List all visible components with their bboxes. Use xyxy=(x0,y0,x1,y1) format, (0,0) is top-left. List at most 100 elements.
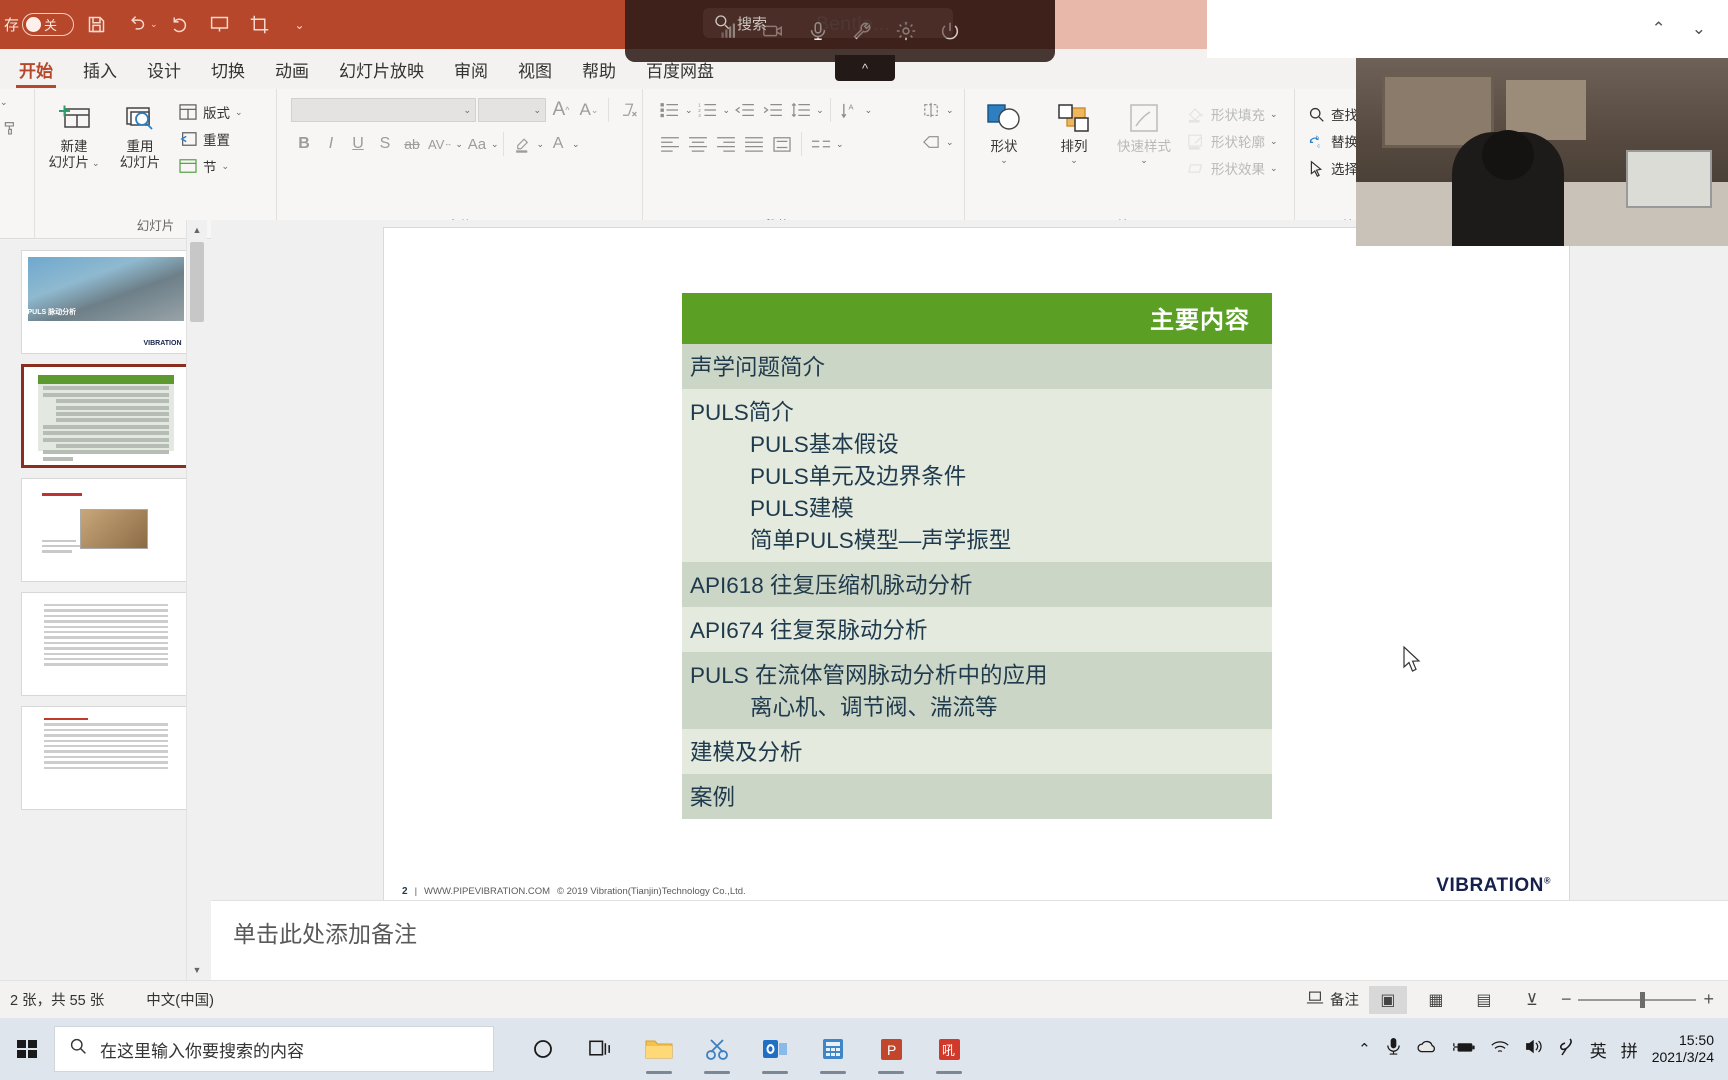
zoom-out-button[interactable]: − xyxy=(1561,989,1572,1010)
minimize-chevron-up-icon[interactable]: ⌃ xyxy=(1652,19,1666,39)
qat-more-chevron-down-icon[interactable]: ⌄ xyxy=(282,8,318,42)
slide-canvas[interactable]: 主要内容 声学问题简介 PULS简介 PULS基本假设 PULS单元及边界条件 … xyxy=(211,220,1728,914)
view-slideshow-button[interactable]: ⊻ xyxy=(1513,986,1551,1014)
font-name-input[interactable]: ⌄ xyxy=(291,98,476,122)
chevron-up-icon[interactable]: ⌃ xyxy=(1358,1040,1371,1058)
justify-icon[interactable] xyxy=(741,131,767,157)
paste-chevron-down-icon[interactable]: ⌄ xyxy=(0,97,8,108)
line-spacing-chevron-down-icon[interactable]: ⌄ xyxy=(816,105,824,116)
bullets-chevron-down-icon[interactable]: ⌄ xyxy=(685,105,693,116)
clear-formatting-icon[interactable] xyxy=(615,97,641,123)
slide-thumbnail-pane[interactable]: PULS 脉动分析 VIBRATION xyxy=(0,240,211,980)
sort-chevron-down-icon[interactable]: ⌄ xyxy=(865,105,873,116)
quick-styles-button[interactable]: 快速样式 ⌄ xyxy=(1113,97,1175,166)
file-explorer-icon[interactable] xyxy=(632,1021,686,1077)
calculator-icon[interactable] xyxy=(806,1021,860,1077)
format-painter-icon[interactable] xyxy=(0,118,20,138)
slide-content-table[interactable]: 主要内容 声学问题简介 PULS简介 PULS基本假设 PULS单元及边界条件 … xyxy=(682,293,1272,819)
shape-outline-chevron-down-icon[interactable]: ⌄ xyxy=(1270,136,1278,147)
reset-button[interactable]: 重置 xyxy=(175,126,246,152)
scroll-up-chevron-up-icon[interactable]: ▲ xyxy=(187,220,207,240)
current-slide[interactable]: 主要内容 声学问题简介 PULS简介 PULS基本假设 PULS单元及边界条件 … xyxy=(384,228,1569,914)
columns-chevron-down-icon[interactable]: ⌄ xyxy=(836,139,844,150)
zoom-in-button[interactable]: + xyxy=(1703,989,1714,1010)
numbering-chevron-down-icon[interactable]: ⌄ xyxy=(723,105,731,116)
view-slide-sorter-button[interactable]: ▦ xyxy=(1417,986,1455,1014)
thumbnail-slide-3[interactable] xyxy=(20,478,191,582)
text-direction-icon[interactable]: ⌄ xyxy=(918,97,957,123)
tab-animations[interactable]: 动画 xyxy=(260,53,324,89)
character-spacing-chevron-down-icon[interactable]: ⌄ xyxy=(455,139,463,150)
outlook-icon[interactable] xyxy=(748,1021,802,1077)
font-name-chevron-down-icon[interactable]: ⌄ xyxy=(463,105,471,116)
shapes-button[interactable]: 形状 ⌄ xyxy=(973,97,1035,166)
align-center-icon[interactable] xyxy=(685,131,711,157)
powerpoint-icon[interactable]: P xyxy=(864,1021,918,1077)
text-highlight-icon[interactable] xyxy=(509,131,535,157)
shapes-chevron-down-icon[interactable]: ⌄ xyxy=(1000,155,1008,166)
undo-chevron-down-icon[interactable]: ⌄ xyxy=(150,19,158,30)
battery-icon[interactable] xyxy=(1452,1039,1476,1060)
thumbnail-slide-1[interactable]: PULS 脉动分析 VIBRATION xyxy=(20,250,191,354)
underline-button[interactable]: U xyxy=(345,131,371,157)
crop-icon[interactable] xyxy=(242,8,278,42)
align-left-icon[interactable] xyxy=(657,131,683,157)
new-slide-button[interactable]: 新建 幻灯片 ⌄ xyxy=(43,97,105,171)
start-slideshow-icon[interactable] xyxy=(202,8,238,42)
autosave-pill[interactable]: 关 xyxy=(22,13,75,36)
columns-icon[interactable] xyxy=(808,131,834,157)
scrollbar-thumb[interactable] xyxy=(190,242,204,322)
zoom-slider[interactable]: − + xyxy=(1561,989,1714,1010)
task-view-icon[interactable] xyxy=(574,1021,628,1077)
shape-effects-button[interactable]: 形状效果 ⌄ xyxy=(1183,155,1281,181)
ime-language-indicator[interactable]: 英 xyxy=(1590,1037,1607,1062)
thumbnail-pane-scrollbar[interactable]: ▲ ▼ xyxy=(186,220,207,980)
shape-fill-chevron-down-icon[interactable]: ⌄ xyxy=(1270,109,1278,120)
scroll-down-chevron-down-icon[interactable]: ▼ xyxy=(187,960,207,980)
increase-indent-icon[interactable] xyxy=(760,97,786,123)
zoom-knob[interactable] xyxy=(1640,991,1646,1008)
arrange-button[interactable]: 排列 ⌄ xyxy=(1043,97,1105,166)
tab-slideshow[interactable]: 幻灯片放映 xyxy=(324,53,439,89)
undo-icon[interactable] xyxy=(118,8,154,42)
highlight-chevron-down-icon[interactable]: ⌄ xyxy=(536,139,544,150)
restore-chevron-down-icon[interactable]: ⌄ xyxy=(1692,19,1706,39)
meeting-app-icon[interactable]: 吼 xyxy=(922,1021,976,1077)
shape-effects-chevron-down-icon[interactable]: ⌄ xyxy=(1270,163,1278,174)
notes-pane[interactable]: 单击此处添加备注 xyxy=(211,900,1728,980)
notes-toggle-button[interactable]: 备注 xyxy=(1306,989,1359,1010)
layout-button[interactable]: 版式 ⌄ xyxy=(175,99,246,125)
webcam-video-overlay[interactable] xyxy=(1356,58,1728,246)
language-label[interactable]: 中文(中国) xyxy=(146,989,214,1010)
increase-font-size-button[interactable]: A ^ xyxy=(548,97,574,123)
onedrive-icon[interactable] xyxy=(1416,1039,1438,1060)
tab-design[interactable]: 设计 xyxy=(132,53,196,89)
view-reading-button[interactable]: ▤ xyxy=(1465,986,1503,1014)
tab-review[interactable]: 审阅 xyxy=(439,53,503,89)
font-color-icon[interactable]: A xyxy=(545,131,571,157)
meeting-toolbar-collapse-button[interactable]: ^ xyxy=(835,55,895,81)
section-chevron-down-icon[interactable]: ⌄ xyxy=(222,161,230,172)
decrease-font-size-button[interactable]: A ⌄ xyxy=(576,97,602,123)
arrange-chevron-down-icon[interactable]: ⌄ xyxy=(1070,155,1078,166)
layout-chevron-down-icon[interactable]: ⌄ xyxy=(235,107,243,118)
sort-icon[interactable]: A xyxy=(837,97,863,123)
font-size-chevron-down-icon[interactable]: ⌄ xyxy=(533,105,541,116)
align-right-icon[interactable] xyxy=(713,131,739,157)
italic-button[interactable]: I xyxy=(318,131,344,157)
thumbnail-slide-4[interactable] xyxy=(20,592,191,696)
shape-fill-button[interactable]: 形状填充 ⌄ xyxy=(1183,101,1281,127)
tab-transitions[interactable]: 切换 xyxy=(196,53,260,89)
strikethrough-button[interactable]: ab xyxy=(399,131,425,157)
section-button[interactable]: 节 ⌄ xyxy=(175,153,246,179)
character-spacing-button[interactable]: AV ↔ xyxy=(426,131,454,157)
ime-mode-indicator[interactable]: 拼 xyxy=(1621,1037,1638,1062)
smartart-icon[interactable]: ⌄ xyxy=(918,129,957,155)
font-color-chevron-down-icon[interactable]: ⌄ xyxy=(572,139,580,150)
taskbar-clock[interactable]: 15:50 2021/3/24 xyxy=(1652,1032,1718,1067)
tab-home[interactable]: 开始 xyxy=(4,53,68,89)
view-normal-button[interactable]: ▣ xyxy=(1368,985,1407,1014)
meeting-search-box[interactable]: 搜索 xyxy=(703,8,953,38)
pen-icon[interactable] xyxy=(1558,1037,1576,1062)
font-size-input[interactable]: ⌄ xyxy=(478,98,546,122)
